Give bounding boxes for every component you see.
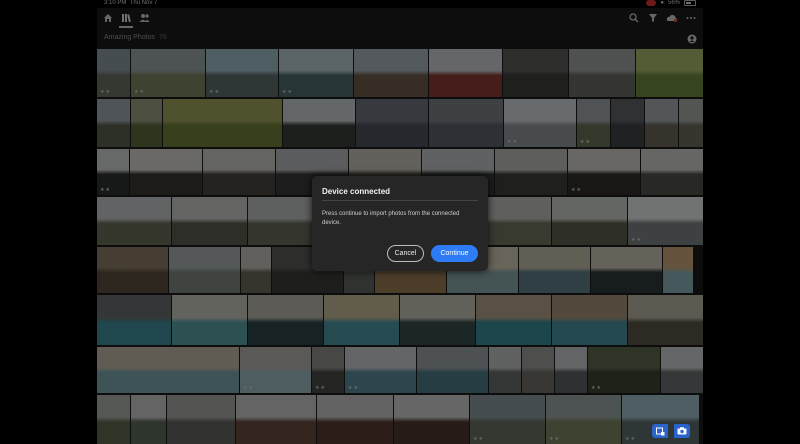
import-button[interactable] xyxy=(652,424,668,438)
dialog-message: Press continue to import photos from the… xyxy=(322,211,460,226)
import-icon xyxy=(655,427,664,435)
continue-button[interactable]: Continue xyxy=(431,245,478,262)
camera-icon xyxy=(677,427,687,435)
camera-button[interactable] xyxy=(674,424,690,438)
dialog-title: Device connected xyxy=(322,187,391,196)
device-connected-dialog: Device connected Press continue to impor… xyxy=(312,176,488,271)
dialog-divider xyxy=(322,200,478,201)
cancel-button[interactable]: Cancel xyxy=(387,245,424,262)
